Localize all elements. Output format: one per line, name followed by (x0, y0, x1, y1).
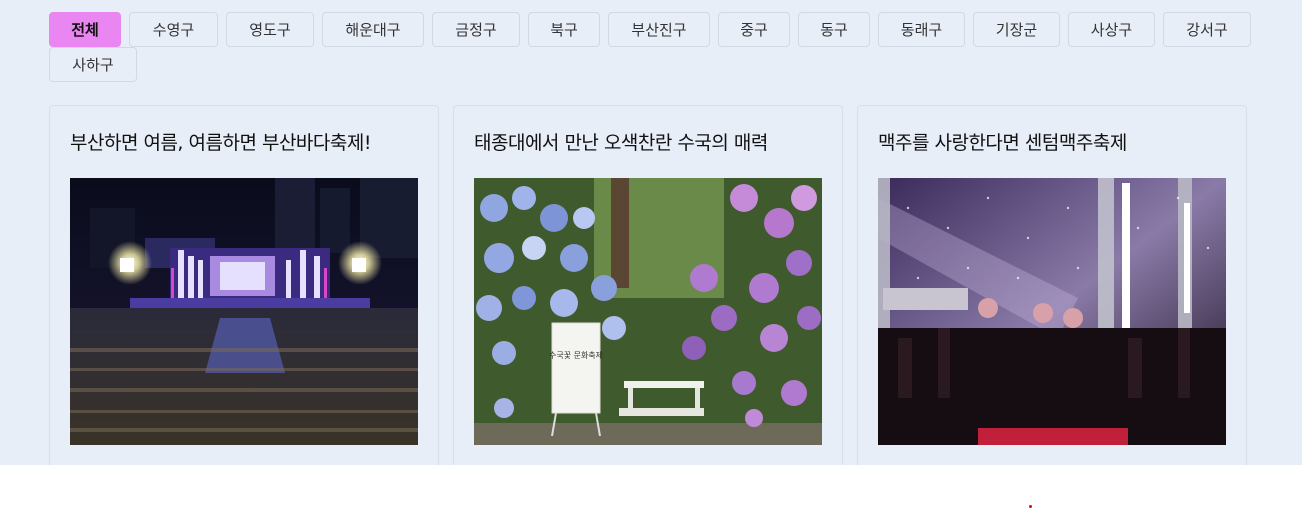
festival-card-beer-festival[interactable]: 맥주를 사랑한다면 센텀맥주축제 (857, 105, 1247, 465)
card-title: 맥주를 사랑한다면 센텀맥주축제 (878, 132, 1127, 154)
filter-chip-geumjeong[interactable]: 금정구 (432, 12, 520, 47)
filter-chip-jung[interactable]: 중구 (718, 12, 790, 47)
hydrangea-garden-photo: 수국꽃 문화축제 (474, 178, 822, 445)
marker-dot (1029, 505, 1032, 508)
filter-chip-dong[interactable]: 동구 (798, 12, 870, 47)
filter-chip-buk[interactable]: 북구 (528, 12, 600, 47)
beer-festival-crowd-photo (878, 178, 1226, 445)
filter-chip-gangseo[interactable]: 강서구 (1163, 12, 1251, 47)
filter-chip-dongnae[interactable]: 동래구 (878, 12, 965, 47)
filter-chip-suyeong[interactable]: 수영구 (129, 12, 218, 47)
filter-chip-gijang[interactable]: 기장군 (973, 12, 1060, 47)
filter-chip-yeongdo[interactable]: 영도구 (226, 12, 314, 47)
festival-card-sea-festival[interactable]: 부산하면 여름, 여름하면 부산바다축제! (49, 105, 439, 465)
filter-chip-haeundae[interactable]: 해운대구 (322, 12, 424, 47)
filter-chip-busanjin[interactable]: 부산진구 (608, 12, 710, 47)
filter-chip-all[interactable]: 전체 (49, 12, 121, 47)
festival-cards: 부산하면 여름, 여름하면 부산바다축제! 태종대에서 만난 오색찬란 수국의 … (49, 105, 1247, 465)
festival-card-hydrangea[interactable]: 태종대에서 만난 오색찬란 수국의 매력 수국꽃 문화축제 (453, 105, 843, 465)
filter-chip-sasang[interactable]: 사상구 (1068, 12, 1155, 47)
concert-crowd-photo (70, 178, 418, 445)
filter-chip-saha[interactable]: 사하구 (49, 47, 137, 82)
sign-text: 수국꽃 문화축제 (549, 351, 603, 360)
festival-list-panel: 전체 수영구 영도구 해운대구 금정구 북구 부산진구 중구 동구 동래구 기장… (0, 0, 1302, 465)
card-title: 태종대에서 만난 오색찬란 수국의 매력 (474, 132, 768, 154)
card-title: 부산하면 여름, 여름하면 부산바다축제! (70, 132, 371, 154)
district-filter-bar: 전체 수영구 영도구 해운대구 금정구 북구 부산진구 중구 동구 동래구 기장… (49, 12, 1259, 82)
